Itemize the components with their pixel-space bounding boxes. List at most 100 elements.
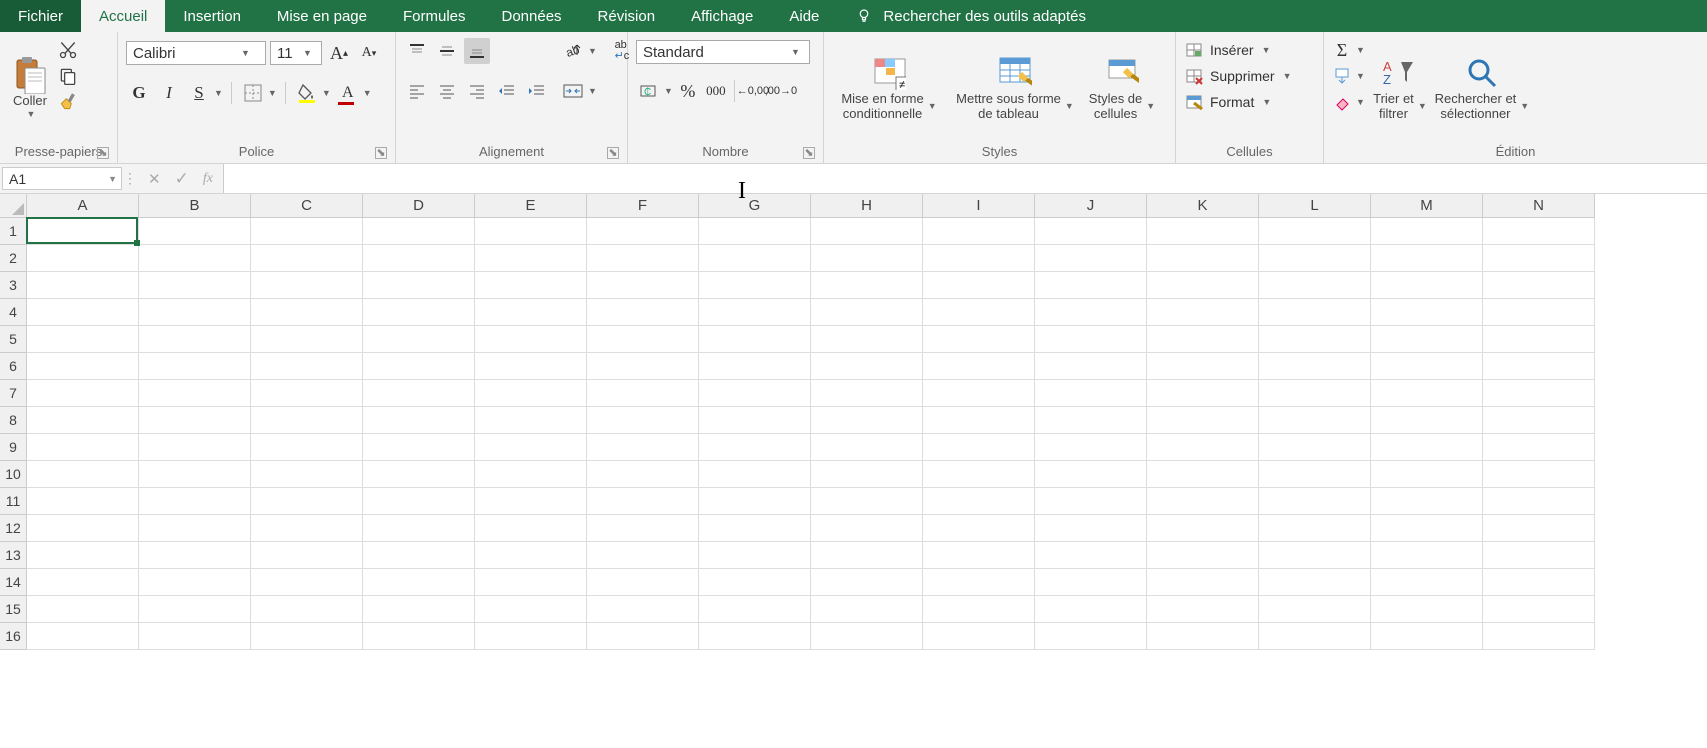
cell[interactable] xyxy=(1035,218,1147,245)
cell[interactable] xyxy=(1259,434,1371,461)
cell[interactable] xyxy=(923,623,1035,650)
cell[interactable] xyxy=(811,218,923,245)
cell[interactable] xyxy=(27,353,139,380)
cell[interactable] xyxy=(475,596,587,623)
column-header[interactable]: H xyxy=(811,194,923,218)
cell[interactable] xyxy=(1371,218,1483,245)
find-select-button[interactable]: Rechercher et sélectionner▼ xyxy=(1433,36,1531,141)
cell[interactable] xyxy=(363,380,475,407)
cell[interactable] xyxy=(1035,380,1147,407)
cell[interactable] xyxy=(1483,218,1595,245)
formula-input[interactable] xyxy=(223,164,1707,193)
cell[interactable] xyxy=(27,596,139,623)
cell[interactable] xyxy=(699,542,811,569)
increase-decimal-button[interactable]: ←0,00 xyxy=(740,78,766,104)
cell[interactable] xyxy=(1147,515,1259,542)
cell[interactable] xyxy=(587,515,699,542)
cell[interactable] xyxy=(1147,299,1259,326)
cell[interactable] xyxy=(699,488,811,515)
cell[interactable] xyxy=(139,461,251,488)
cell[interactable] xyxy=(923,380,1035,407)
cancel-formula-icon[interactable]: ✕ xyxy=(148,170,161,188)
clear-button[interactable]: ▼ xyxy=(1332,92,1365,112)
cell[interactable] xyxy=(1147,623,1259,650)
cell[interactable] xyxy=(1147,218,1259,245)
cell[interactable] xyxy=(475,542,587,569)
cell[interactable] xyxy=(251,299,363,326)
cell[interactable] xyxy=(1259,542,1371,569)
row-header[interactable]: 9 xyxy=(0,434,27,461)
cell[interactable] xyxy=(923,407,1035,434)
cell[interactable] xyxy=(27,542,139,569)
number-format-input[interactable] xyxy=(637,44,787,61)
cell[interactable] xyxy=(475,326,587,353)
cell[interactable] xyxy=(1371,488,1483,515)
cell[interactable] xyxy=(587,272,699,299)
cell[interactable] xyxy=(1259,218,1371,245)
cell[interactable] xyxy=(27,461,139,488)
align-top-button[interactable] xyxy=(404,38,430,64)
cell[interactable] xyxy=(1371,623,1483,650)
cell[interactable] xyxy=(475,623,587,650)
column-header[interactable]: K xyxy=(1147,194,1259,218)
column-header[interactable]: J xyxy=(1035,194,1147,218)
delete-cells-button[interactable]: Supprimer▼ xyxy=(1184,66,1292,86)
cell[interactable] xyxy=(1371,569,1483,596)
cell[interactable] xyxy=(27,272,139,299)
cell[interactable] xyxy=(139,218,251,245)
tab-formules[interactable]: Formules xyxy=(385,0,484,32)
cell[interactable] xyxy=(251,515,363,542)
cell[interactable] xyxy=(1035,434,1147,461)
cell[interactable] xyxy=(1035,353,1147,380)
cell[interactable] xyxy=(1483,407,1595,434)
cell[interactable] xyxy=(1259,515,1371,542)
cell[interactable] xyxy=(587,353,699,380)
cell[interactable] xyxy=(139,245,251,272)
cell[interactable] xyxy=(923,596,1035,623)
cell[interactable] xyxy=(27,326,139,353)
select-all-corner[interactable] xyxy=(0,194,27,218)
row-header[interactable]: 12 xyxy=(0,515,27,542)
cell[interactable] xyxy=(139,542,251,569)
cell[interactable] xyxy=(1483,245,1595,272)
align-right-button[interactable] xyxy=(464,78,490,104)
cell[interactable] xyxy=(363,461,475,488)
cell[interactable] xyxy=(363,542,475,569)
percent-button[interactable]: % xyxy=(675,78,701,104)
underline-button[interactable]: S xyxy=(186,80,212,106)
dialog-launcher-icon[interactable]: ⬊ xyxy=(607,147,619,159)
cell[interactable] xyxy=(699,434,811,461)
decrease-decimal-button[interactable]: ,00→0 xyxy=(768,78,794,104)
cell[interactable] xyxy=(139,407,251,434)
cell[interactable] xyxy=(251,596,363,623)
cell[interactable] xyxy=(363,434,475,461)
row-header[interactable]: 7 xyxy=(0,380,27,407)
cell[interactable] xyxy=(1371,299,1483,326)
insert-function-icon[interactable]: fx xyxy=(203,171,213,187)
cell[interactable] xyxy=(811,245,923,272)
cell[interactable] xyxy=(1259,326,1371,353)
cell[interactable] xyxy=(699,353,811,380)
cell[interactable] xyxy=(811,623,923,650)
cell[interactable] xyxy=(363,272,475,299)
cell[interactable] xyxy=(363,488,475,515)
cell[interactable] xyxy=(251,245,363,272)
italic-button[interactable]: I xyxy=(156,80,182,106)
cell[interactable] xyxy=(1147,272,1259,299)
cell[interactable] xyxy=(1259,272,1371,299)
cell[interactable] xyxy=(587,596,699,623)
cell[interactable] xyxy=(699,461,811,488)
dialog-launcher-icon[interactable]: ⬊ xyxy=(97,147,109,159)
cell[interactable] xyxy=(27,218,139,245)
cell[interactable] xyxy=(811,272,923,299)
cell[interactable] xyxy=(811,542,923,569)
cell[interactable] xyxy=(363,407,475,434)
cell[interactable] xyxy=(27,380,139,407)
cell[interactable] xyxy=(923,461,1035,488)
cell[interactable] xyxy=(1371,326,1483,353)
align-left-button[interactable] xyxy=(404,78,430,104)
cell[interactable] xyxy=(1147,569,1259,596)
cells-area[interactable] xyxy=(27,218,1595,650)
cell[interactable] xyxy=(1035,272,1147,299)
cell[interactable] xyxy=(251,461,363,488)
